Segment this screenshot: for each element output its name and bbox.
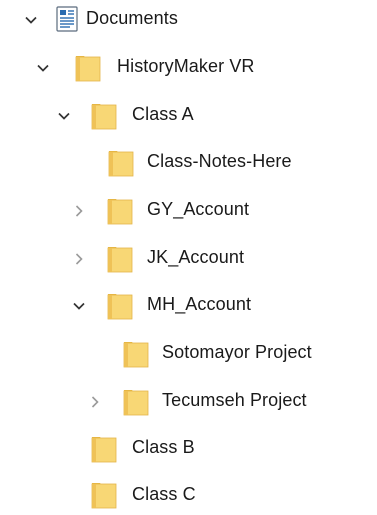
tree-item-label: Documents: [86, 8, 178, 28]
folder-icon: [75, 54, 101, 82]
tree-item-label: Class C: [132, 484, 196, 504]
folder-icon: [107, 245, 133, 273]
tree-item-class-c[interactable]: Class C: [0, 475, 377, 515]
tree-item-class-a[interactable]: Class A: [0, 95, 377, 135]
chevron-right-icon[interactable]: [70, 202, 88, 220]
tree-item-sotomayor-project[interactable]: Sotomayor Project: [0, 333, 377, 373]
tree-item-mh-account[interactable]: MH_Account: [0, 285, 377, 325]
chevron-right-icon[interactable]: [70, 250, 88, 268]
folder-icon: [107, 292, 133, 320]
tree-item-documents[interactable]: Documents: [0, 0, 377, 40]
tree-item-label: Tecumseh Project: [162, 390, 307, 410]
tree-item-label: Class-Notes-Here: [147, 151, 292, 171]
chevron-right-icon[interactable]: [86, 393, 104, 411]
tree-item-class-b[interactable]: Class B: [0, 428, 377, 468]
chevron-down-icon[interactable]: [34, 59, 52, 77]
folder-icon: [108, 149, 134, 177]
tree-item-label: Class A: [132, 104, 194, 124]
tree-item-label: GY_Account: [147, 199, 250, 219]
folder-icon: [123, 340, 149, 368]
tree-item-gy-account[interactable]: GY_Account: [0, 190, 377, 230]
tree-item-label: Class B: [132, 437, 195, 457]
documents-library-icon: [56, 6, 80, 34]
tree-item-label: JK_Account: [147, 247, 245, 267]
tree-item-label: Sotomayor Project: [162, 342, 312, 362]
folder-icon: [91, 435, 117, 463]
folder-icon: [123, 388, 149, 416]
folder-icon: [91, 481, 117, 509]
folder-icon: [91, 102, 117, 130]
chevron-down-icon[interactable]: [70, 297, 88, 315]
tree-item-class-notes-here[interactable]: Class-Notes-Here: [0, 142, 377, 182]
folder-tree: Documents HistoryMaker VR Class A Class-…: [0, 0, 377, 515]
folder-icon: [107, 197, 133, 225]
tree-item-jk-account[interactable]: JK_Account: [0, 238, 377, 278]
tree-item-label: MH_Account: [147, 294, 252, 314]
tree-item-historymaker-vr[interactable]: HistoryMaker VR: [0, 47, 377, 87]
chevron-down-icon[interactable]: [22, 11, 40, 29]
tree-item-label: HistoryMaker VR: [117, 56, 255, 76]
chevron-down-icon[interactable]: [55, 107, 73, 125]
tree-item-tecumseh-project[interactable]: Tecumseh Project: [0, 381, 377, 421]
